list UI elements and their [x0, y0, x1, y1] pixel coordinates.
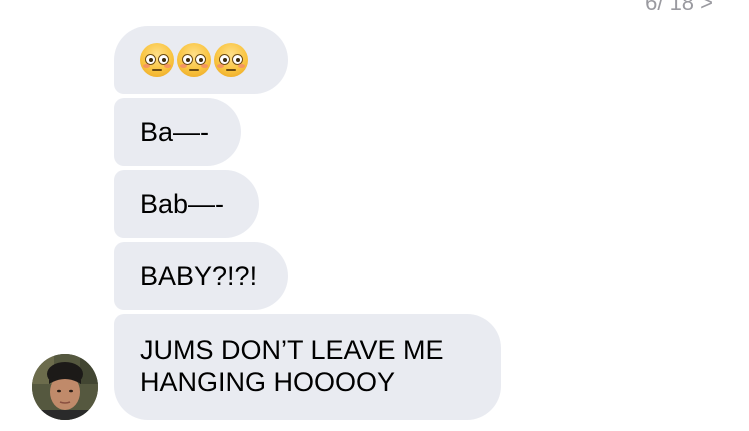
sender-avatar[interactable]: [32, 354, 98, 420]
message-bubble[interactable]: Ba—-: [114, 98, 241, 166]
message-text: Bab—-: [140, 189, 225, 219]
person-photo-avatar-icon: [32, 354, 98, 420]
message-text: Ba—-: [140, 117, 210, 147]
message-text-line: HANGING HOOOOY: [140, 367, 396, 397]
message-bubble[interactable]: JUMS DON’T LEAVE ME HANGING HOOOOY: [114, 314, 501, 420]
message-bubble-emoji[interactable]: [114, 26, 288, 94]
message-text: BABY?!?!: [140, 261, 258, 291]
message-bubble[interactable]: BABY?!?!: [114, 242, 288, 310]
emoji-row: [140, 43, 248, 77]
flushed-face-icon: [177, 43, 211, 77]
flushed-face-icon: [214, 43, 248, 77]
message-bubble[interactable]: Bab—-: [114, 170, 259, 238]
message-timestamp: 6/ 18 >: [645, 0, 713, 15]
message-text-line: JUMS DON’T LEAVE ME: [140, 335, 444, 365]
flushed-face-icon: [140, 43, 174, 77]
